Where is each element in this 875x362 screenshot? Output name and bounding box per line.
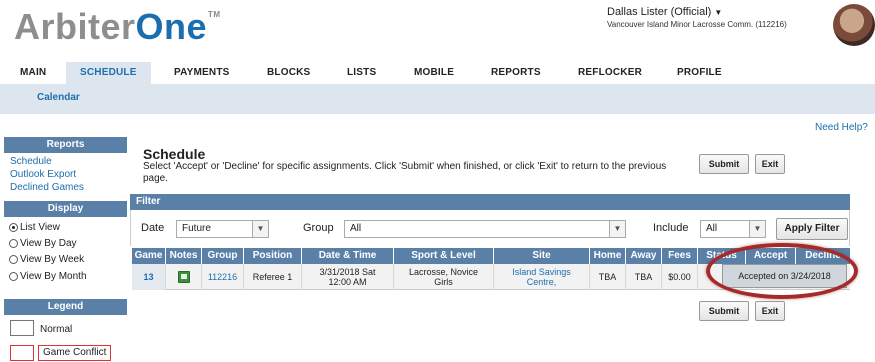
date-text: 3/31/2018 Sat bbox=[319, 267, 376, 277]
date-label: Date bbox=[141, 222, 165, 234]
site-text-line2[interactable]: Centre, bbox=[527, 277, 557, 287]
nav-reports[interactable]: REPORTS bbox=[477, 62, 555, 84]
nav-schedule[interactable]: SCHEDULE bbox=[66, 62, 151, 84]
logo-trademark: TM bbox=[208, 10, 221, 19]
sport-text: Lacrosse, Novice bbox=[408, 267, 479, 277]
exit-button-top[interactable]: Exit bbox=[755, 154, 785, 174]
legend-conflict-swatch bbox=[10, 345, 34, 361]
legend-normal-swatch bbox=[10, 320, 34, 336]
submit-button-bottom[interactable]: Submit bbox=[699, 301, 749, 321]
radio-selected-icon[interactable] bbox=[9, 223, 18, 232]
submit-button-top[interactable]: Submit bbox=[699, 154, 749, 174]
include-select[interactable]: All ▼ bbox=[700, 220, 766, 238]
instructions-text: Select 'Accept' or 'Decline' for specifi… bbox=[143, 161, 667, 184]
notes-cell bbox=[166, 264, 202, 290]
nav-mobile[interactable]: MOBILE bbox=[400, 62, 468, 84]
user-name[interactable]: Dallas Lister (Official) bbox=[607, 6, 711, 18]
sub-nav: Calendar bbox=[0, 84, 875, 114]
display-option-view-by-month[interactable]: View By Month bbox=[9, 271, 87, 282]
legend-normal-label: Normal bbox=[40, 324, 73, 335]
sport-level-cell: Lacrosse, Novice Girls bbox=[394, 264, 494, 290]
display-option-view-by-week[interactable]: View By Week bbox=[9, 254, 84, 265]
display-option-label: View By Week bbox=[20, 254, 85, 265]
chevron-down-icon[interactable]: ▼ bbox=[714, 8, 722, 17]
report-link-outlook-export[interactable]: Outlook Export bbox=[10, 169, 76, 180]
user-menu[interactable]: Dallas Lister (Official) ▼ Vancouver Isla… bbox=[607, 6, 787, 29]
display-header: Display bbox=[4, 201, 127, 217]
reports-header: Reports bbox=[4, 137, 127, 153]
display-option-label: List View bbox=[20, 222, 60, 233]
chevron-down-icon[interactable]: ▼ bbox=[609, 221, 625, 237]
group-select-value: All bbox=[350, 223, 362, 234]
chevron-down-icon[interactable]: ▼ bbox=[252, 221, 268, 237]
col-site[interactable]: Site bbox=[494, 248, 590, 264]
group-select[interactable]: All ▼ bbox=[344, 220, 626, 238]
date-time-cell: 3/31/2018 Sat 12:00 AM bbox=[302, 264, 394, 290]
nav-profile[interactable]: PROFILE bbox=[663, 62, 736, 84]
date-select-value: Future bbox=[182, 223, 211, 234]
avatar[interactable] bbox=[833, 4, 875, 46]
game-number-link[interactable]: 13 bbox=[132, 264, 166, 290]
arbiterone-logo: ArbiterOneTM bbox=[14, 6, 221, 48]
logo-one-text: One bbox=[135, 6, 208, 47]
user-org: Vancouver Island Minor Lacrosse Comm. (1… bbox=[607, 20, 787, 29]
group-link[interactable]: 112216 bbox=[202, 264, 244, 290]
site-link[interactable]: Island Savings Centre, bbox=[494, 264, 590, 290]
date-select[interactable]: Future ▼ bbox=[176, 220, 269, 238]
col-fees[interactable]: Fees bbox=[662, 248, 698, 264]
home-cell: TBA bbox=[590, 264, 626, 290]
col-date-time[interactable]: Date & Time bbox=[302, 248, 394, 264]
page-title: Schedule bbox=[143, 146, 206, 162]
col-away[interactable]: Away bbox=[626, 248, 662, 264]
away-cell: TBA bbox=[626, 264, 662, 290]
position-cell: Referee 1 bbox=[244, 264, 302, 290]
time-text: 12:00 AM bbox=[328, 277, 367, 287]
site-text-line1[interactable]: Island Savings bbox=[512, 267, 571, 277]
nav-blocks[interactable]: BLOCKS bbox=[253, 62, 324, 84]
display-option-label: View By Day bbox=[20, 238, 77, 249]
main-nav: MAIN SCHEDULE PAYMENTS BLOCKS LISTS MOBI… bbox=[0, 62, 875, 84]
nav-payments[interactable]: PAYMENTS bbox=[160, 62, 244, 84]
nav-main[interactable]: MAIN bbox=[6, 62, 60, 84]
col-notes[interactable]: Notes bbox=[166, 248, 202, 264]
col-group[interactable]: Group bbox=[202, 248, 244, 264]
report-link-declined-games[interactable]: Declined Games bbox=[10, 182, 84, 193]
include-label: Include bbox=[653, 222, 689, 234]
apply-filter-button[interactable]: Apply Filter bbox=[776, 218, 848, 240]
highlight-oval bbox=[706, 243, 858, 299]
display-option-list-view[interactable]: List View bbox=[9, 222, 60, 233]
fees-cell: $0.00 bbox=[662, 264, 698, 290]
legend-header: Legend bbox=[4, 299, 127, 315]
legend-conflict-label: Game Conflict bbox=[38, 345, 112, 361]
radio-icon[interactable] bbox=[9, 272, 18, 281]
display-option-view-by-day[interactable]: View By Day bbox=[9, 238, 77, 249]
include-select-value: All bbox=[706, 223, 718, 234]
nav-reflocker[interactable]: REFLOCKER bbox=[564, 62, 656, 84]
display-option-label: View By Month bbox=[20, 271, 87, 282]
group-label: Group bbox=[303, 222, 334, 234]
exit-button-bottom[interactable]: Exit bbox=[755, 301, 785, 321]
col-game[interactable]: Game bbox=[132, 248, 166, 264]
chevron-down-icon[interactable]: ▼ bbox=[749, 221, 765, 237]
logo-arbiter-text: Arbiter bbox=[14, 6, 136, 47]
col-home[interactable]: Home bbox=[590, 248, 626, 264]
filter-row: Date Future ▼ Group All ▼ Include All ▼ … bbox=[130, 210, 850, 246]
need-help-link[interactable]: Need Help? bbox=[815, 122, 868, 133]
radio-icon[interactable] bbox=[9, 255, 18, 264]
notes-icon[interactable] bbox=[177, 271, 190, 283]
nav-lists[interactable]: LISTS bbox=[333, 62, 390, 84]
radio-icon[interactable] bbox=[9, 239, 18, 248]
subnav-calendar[interactable]: Calendar bbox=[37, 92, 80, 103]
filter-bar: Filter bbox=[130, 194, 850, 210]
col-position[interactable]: Position bbox=[244, 248, 302, 264]
report-link-schedule[interactable]: Schedule bbox=[10, 156, 52, 167]
col-sport-level[interactable]: Sport & Level bbox=[394, 248, 494, 264]
level-text: Girls bbox=[434, 277, 453, 287]
